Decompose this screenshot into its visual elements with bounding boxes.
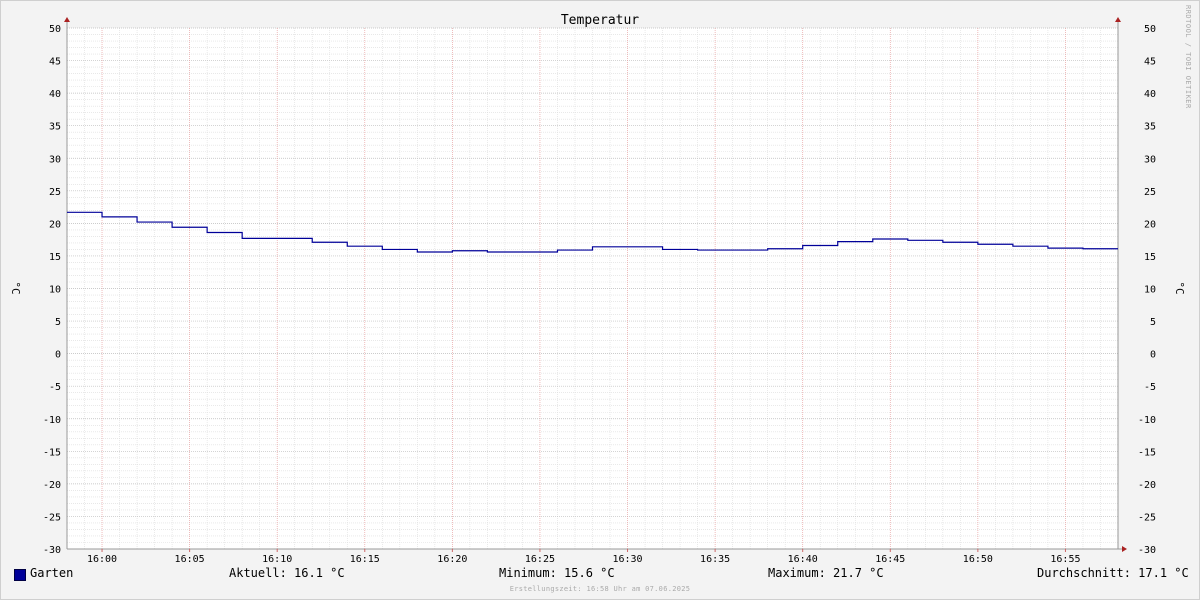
y-tick-label-left: -30	[43, 545, 61, 556]
y-tick-label-right: 25	[1144, 187, 1156, 198]
x-tick-label: 16:45	[875, 554, 905, 565]
y-tick-label-left: 25	[49, 187, 61, 198]
y-tick-label-left: -20	[43, 480, 61, 491]
y-tick-label-right: -20	[1138, 480, 1156, 491]
y-axis-label-left: °C	[9, 281, 22, 294]
y-tick-label-right: -30	[1138, 545, 1156, 556]
y-tick-label-left: 40	[49, 89, 61, 100]
y-tick-label-left: 10	[49, 285, 61, 296]
y-tick-label-left: 15	[49, 252, 61, 263]
x-tick-label: 16:50	[963, 554, 993, 565]
legend-swatch-garten	[14, 569, 26, 581]
y-tick-label-left: -5	[49, 382, 61, 393]
legend-series-name: Garten	[30, 566, 74, 580]
y-tick-label-left: 30	[49, 154, 61, 165]
y-tick-label-right: -25	[1138, 512, 1156, 523]
x-tick-label: 16:30	[612, 554, 642, 565]
y-tick-label-left: -10	[43, 415, 61, 426]
y-tick-label-right: 50	[1144, 24, 1156, 35]
y-tick-label-right: 35	[1144, 122, 1156, 133]
y-tick-label-right: 5	[1150, 317, 1156, 328]
x-axis-arrow	[1122, 546, 1127, 552]
rrdtool-watermark: RRDTOOL / TOBI OETIKER	[1184, 5, 1192, 109]
x-tick-label: 16:40	[788, 554, 818, 565]
y-tick-label-left: 35	[49, 122, 61, 133]
y-tick-label-left: -25	[43, 512, 61, 523]
y-axis-arrow-right	[1115, 17, 1121, 22]
x-tick-label: 16:10	[262, 554, 292, 565]
y-tick-label-right: -15	[1138, 447, 1156, 458]
y-tick-label-right: 15	[1144, 252, 1156, 263]
x-tick-label: 16:55	[1050, 554, 1080, 565]
y-tick-label-right: 40	[1144, 89, 1156, 100]
x-tick-label: 16:35	[700, 554, 730, 565]
y-tick-label-right: -5	[1144, 382, 1156, 393]
y-tick-label-right: 45	[1144, 57, 1156, 68]
legend-average: Durchschnitt: 17.1 °C	[1037, 566, 1189, 580]
y-tick-label-left: 0	[55, 350, 61, 361]
y-tick-label-right: 30	[1144, 154, 1156, 165]
y-axis-label-right: °C	[1173, 281, 1186, 294]
y-tick-label-left: 5	[55, 317, 61, 328]
x-tick-label: 16:05	[175, 554, 205, 565]
y-axis-arrow-left	[64, 17, 70, 22]
y-tick-label-left: 45	[49, 57, 61, 68]
y-tick-label-left: 20	[49, 219, 61, 230]
y-tick-label-right: 20	[1144, 219, 1156, 230]
x-tick-label: 16:00	[87, 554, 117, 565]
y-tick-label-right: 0	[1150, 350, 1156, 361]
creation-time-footer: Erstellungszeit: 16:58 Uhr am 07.06.2025	[509, 585, 691, 593]
legend-current: Aktuell: 16.1 °C	[229, 566, 345, 580]
y-tick-label-right: 10	[1144, 285, 1156, 296]
y-tick-label-left: 50	[49, 24, 61, 35]
y-tick-label-right: -10	[1138, 415, 1156, 426]
x-tick-label: 16:20	[437, 554, 467, 565]
x-tick-label: 16:25	[525, 554, 555, 565]
legend-minimum: Minimum: 15.6 °C	[499, 566, 615, 580]
legend-maximum: Maximum: 21.7 °C	[768, 566, 884, 580]
y-tick-label-left: -15	[43, 447, 61, 458]
x-tick-label: 16:15	[350, 554, 380, 565]
temperature-chart: 50 5045 4540 4035 3530 3025 2520 2015 1510 105 50 0…	[9, 13, 1186, 565]
chart-title: Temperatur	[561, 13, 639, 28]
